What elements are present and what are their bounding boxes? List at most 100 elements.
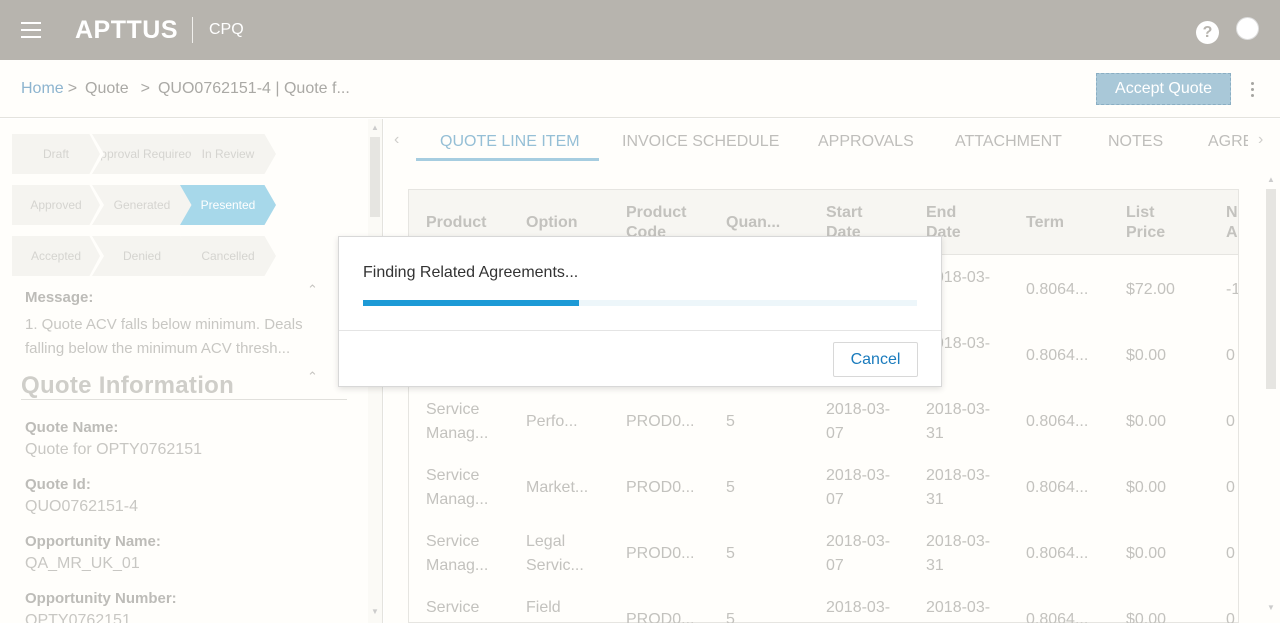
- cell-term: 0.8064...: [1026, 413, 1089, 430]
- grid-scrollbar[interactable]: ▲ ▼: [1264, 175, 1278, 623]
- cell-term: 0.8064...: [1026, 281, 1089, 298]
- quote-name-label: Quote Name:: [25, 419, 119, 436]
- cell-net: 0: [1226, 545, 1235, 562]
- scroll-down-icon[interactable]: ▼: [1267, 603, 1275, 612]
- cell-net: -1: [1226, 281, 1238, 298]
- column-header-list-price[interactable]: List Price: [1126, 203, 1176, 243]
- status-step-draft: Draft: [12, 134, 100, 174]
- cell-product-code: PROD0...: [626, 479, 695, 496]
- breadcrumb-home[interactable]: Home: [21, 80, 64, 97]
- breadcrumb-separator: >: [67, 80, 78, 97]
- progress-bar: [363, 300, 917, 306]
- quote-id-value: QUO0762151-4: [25, 498, 138, 515]
- cell-end-date: 2018-03-31: [926, 401, 991, 442]
- chevron-up-icon[interactable]: ⌃: [307, 369, 318, 385]
- tab-notes[interactable]: NOTES: [1108, 133, 1163, 151]
- cell-option: Field: [526, 599, 561, 616]
- app-name: CPQ: [209, 21, 244, 38]
- top-header: APTTUS CPQ ?: [0, 0, 1280, 60]
- cell-list-price: $0.00: [1126, 347, 1167, 364]
- status-step-approved: Approved: [12, 185, 100, 225]
- tab-agreements[interactable]: AGRE: [1208, 133, 1248, 151]
- cell-option: Legal Servic...: [526, 533, 584, 574]
- chevron-up-icon[interactable]: ⌃: [307, 282, 318, 298]
- scrollbar-thumb[interactable]: [370, 137, 380, 217]
- cell-list-price: $72.00: [1126, 281, 1175, 298]
- scroll-up-icon[interactable]: ▲: [371, 123, 379, 132]
- breadcrumb-separator: >: [140, 80, 150, 97]
- cell-list-price: $0.00: [1126, 479, 1167, 496]
- cell-option: Perfo...: [526, 413, 578, 430]
- cell-start-date: 2018-03-07: [826, 401, 891, 442]
- more-vertical-icon[interactable]: [1251, 82, 1255, 98]
- hamburger-icon[interactable]: [21, 22, 41, 38]
- cell-start-date: 2018-03-07: [826, 467, 891, 508]
- breadcrumb-quote[interactable]: Quote: [85, 80, 129, 97]
- cell-net: 0: [1226, 611, 1235, 623]
- chevron-left-icon[interactable]: ‹: [394, 131, 399, 149]
- cell-product-code: PROD0...: [626, 545, 695, 562]
- cell-term: 0.8064...: [1026, 347, 1089, 364]
- cell-product: Service Manag...: [426, 533, 489, 574]
- cell-term: 0.8064...: [1026, 611, 1089, 623]
- cell-product-code: PROD0...: [626, 611, 695, 623]
- dialog-message: Finding Related Agreements...: [363, 264, 579, 281]
- quote-name-value: Quote for OPTY0762151: [25, 441, 202, 458]
- apttus-logo: APTTUS: [75, 16, 178, 44]
- progress-bar-fill: [363, 300, 580, 306]
- breadcrumb-current: QUO0762151-4 | Quote f...: [157, 80, 350, 97]
- cell-end-date: 2018-03-31: [926, 533, 991, 574]
- opportunity-number-label: Opportunity Number:: [25, 590, 177, 607]
- cell-quantity: 5: [726, 545, 735, 562]
- tab-approvals[interactable]: APPROVALS: [818, 133, 914, 151]
- chevron-right-icon[interactable]: ›: [1258, 131, 1263, 149]
- loading-dialog: Finding Related Agreements... Cancel: [338, 236, 942, 387]
- cell-term: 0.8064...: [1026, 545, 1089, 562]
- cell-product: Service Manag...: [426, 467, 489, 508]
- column-header-quantity[interactable]: Quan...: [726, 213, 780, 233]
- cell-quantity: 5: [726, 413, 735, 430]
- cell-net: 0: [1226, 413, 1235, 430]
- tab-invoice-schedule[interactable]: INVOICE SCHEDULE: [622, 133, 779, 151]
- section-title: Quote Information: [21, 372, 235, 399]
- cell-net: 0: [1226, 347, 1235, 364]
- cell-quantity: 5: [726, 479, 735, 496]
- help-icon[interactable]: ?: [1196, 21, 1219, 44]
- column-header-option[interactable]: Option: [526, 213, 578, 233]
- quote-id-label: Quote Id:: [25, 476, 91, 493]
- message-label: Message:: [25, 289, 94, 306]
- column-header-term[interactable]: Term: [1026, 213, 1064, 233]
- dialog-divider: [339, 330, 941, 331]
- quote-details-panel: Draft Approval Required In Review Approv…: [0, 119, 383, 623]
- message-text: 1. Quote ACV falls below minimum. Deals …: [25, 316, 303, 357]
- status-step-approval-required: Approval Required: [92, 134, 192, 174]
- cell-net: 0: [1226, 479, 1235, 496]
- section-divider: [21, 399, 347, 400]
- active-tab-indicator: [416, 158, 599, 161]
- status-step-in-review: In Review: [180, 134, 276, 174]
- cell-term: 0.8064...: [1026, 479, 1089, 496]
- scroll-up-icon[interactable]: ▲: [1267, 175, 1275, 184]
- logo-divider: [192, 17, 193, 43]
- scrollbar-thumb[interactable]: [1266, 189, 1276, 389]
- column-header-net[interactable]: N A: [1226, 203, 1238, 243]
- cancel-button[interactable]: Cancel: [833, 342, 918, 377]
- cell-product: Service: [426, 599, 480, 616]
- status-step-cancelled: Cancelled: [180, 236, 276, 276]
- opportunity-name-value: QA_MR_UK_01: [25, 555, 140, 572]
- tab-quote-line-item[interactable]: QUOTE LINE ITEM: [440, 133, 580, 151]
- user-avatar-icon[interactable]: [1236, 17, 1259, 40]
- opportunity-name-label: Opportunity Name:: [25, 533, 161, 550]
- cell-list-price: $0.00: [1126, 413, 1167, 430]
- cell-start-date: 2018-03-07: [826, 533, 891, 574]
- cell-list-price: $0.00: [1126, 545, 1167, 562]
- column-header-product[interactable]: Product: [426, 213, 486, 233]
- cell-product-code: PROD0...: [626, 413, 695, 430]
- status-step-denied: Denied: [92, 236, 192, 276]
- breadcrumb: Home > Quote > QUO0762151-4 | Quote f...: [21, 80, 350, 98]
- tab-attachment[interactable]: ATTACHMENT: [955, 133, 1062, 151]
- status-step-accepted: Accepted: [12, 236, 100, 276]
- accept-quote-button[interactable]: Accept Quote: [1096, 73, 1231, 105]
- scroll-down-icon[interactable]: ▼: [371, 607, 379, 616]
- cell-quantity: 5: [726, 611, 735, 623]
